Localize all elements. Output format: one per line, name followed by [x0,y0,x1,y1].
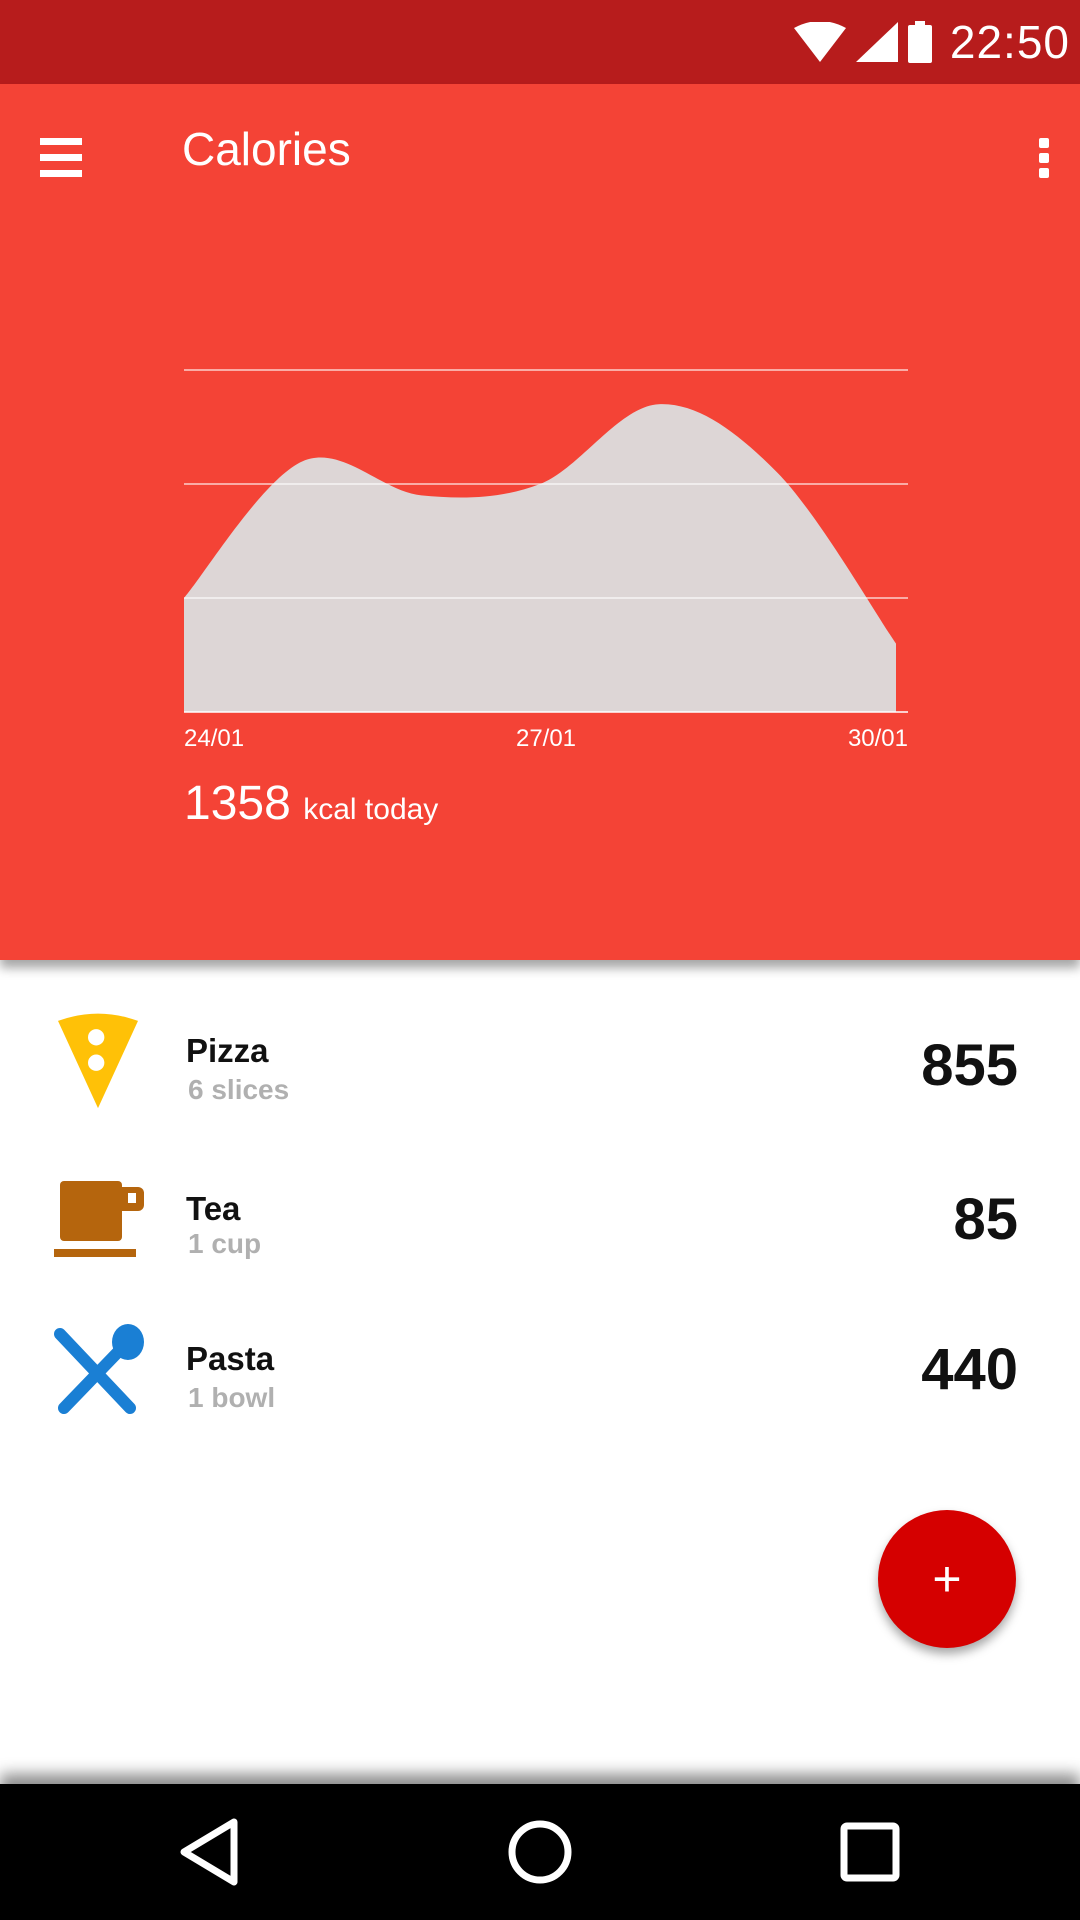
food-quantity: 1 bowl [188,1382,276,1413]
today-kcal-unit: kcal today [303,793,439,826]
food-calories: 855 [921,1033,1018,1098]
food-name: Pasta [186,1340,275,1377]
food-quantity: 1 cup [188,1228,262,1259]
status-bar: 22:50 [0,0,1080,84]
header: Calories 24/01 27/01 30/01 1358 kcal today [0,84,1080,960]
food-name: Tea [186,1190,241,1227]
utensils-icon [54,1324,144,1414]
status-time: 22:50 [949,16,1070,68]
food-item-tea[interactable]: Tea 1 cup 85 [0,1172,1080,1322]
chart-area-series [184,404,896,712]
chart-x-tick-label: 24/01 [184,725,244,752]
food-quantity: 6 slices [188,1074,290,1105]
food-item-pizza[interactable]: Pizza 6 slices 855 [0,1010,1080,1160]
today-kcal-value: 1358 [184,777,291,830]
food-name: Pizza [186,1032,269,1069]
back-icon[interactable] [170,1812,250,1892]
plus-icon: + [932,1551,962,1607]
wifi-icon [793,22,846,62]
food-calories: 85 [953,1187,1018,1252]
navigation-bar [0,1784,1080,1920]
food-calories: 440 [921,1337,1018,1402]
cup-icon [54,1181,144,1257]
chart-x-tick-label: 27/01 [516,725,576,752]
calorie-area-chart: 24/01 27/01 30/01 [184,369,908,752]
today-summary: 1358 kcal today [184,776,438,831]
add-food-button[interactable]: + [878,1510,1016,1648]
signal-icon [855,22,898,62]
status-icons: 22:50 [793,0,1070,84]
pizza-icon [58,1013,138,1109]
home-icon[interactable] [500,1812,580,1892]
chart-x-tick-label: 30/01 [848,725,908,752]
recents-icon[interactable] [830,1812,910,1892]
battery-icon [907,21,932,63]
food-item-pasta[interactable]: Pasta 1 bowl 440 [0,1322,1080,1472]
